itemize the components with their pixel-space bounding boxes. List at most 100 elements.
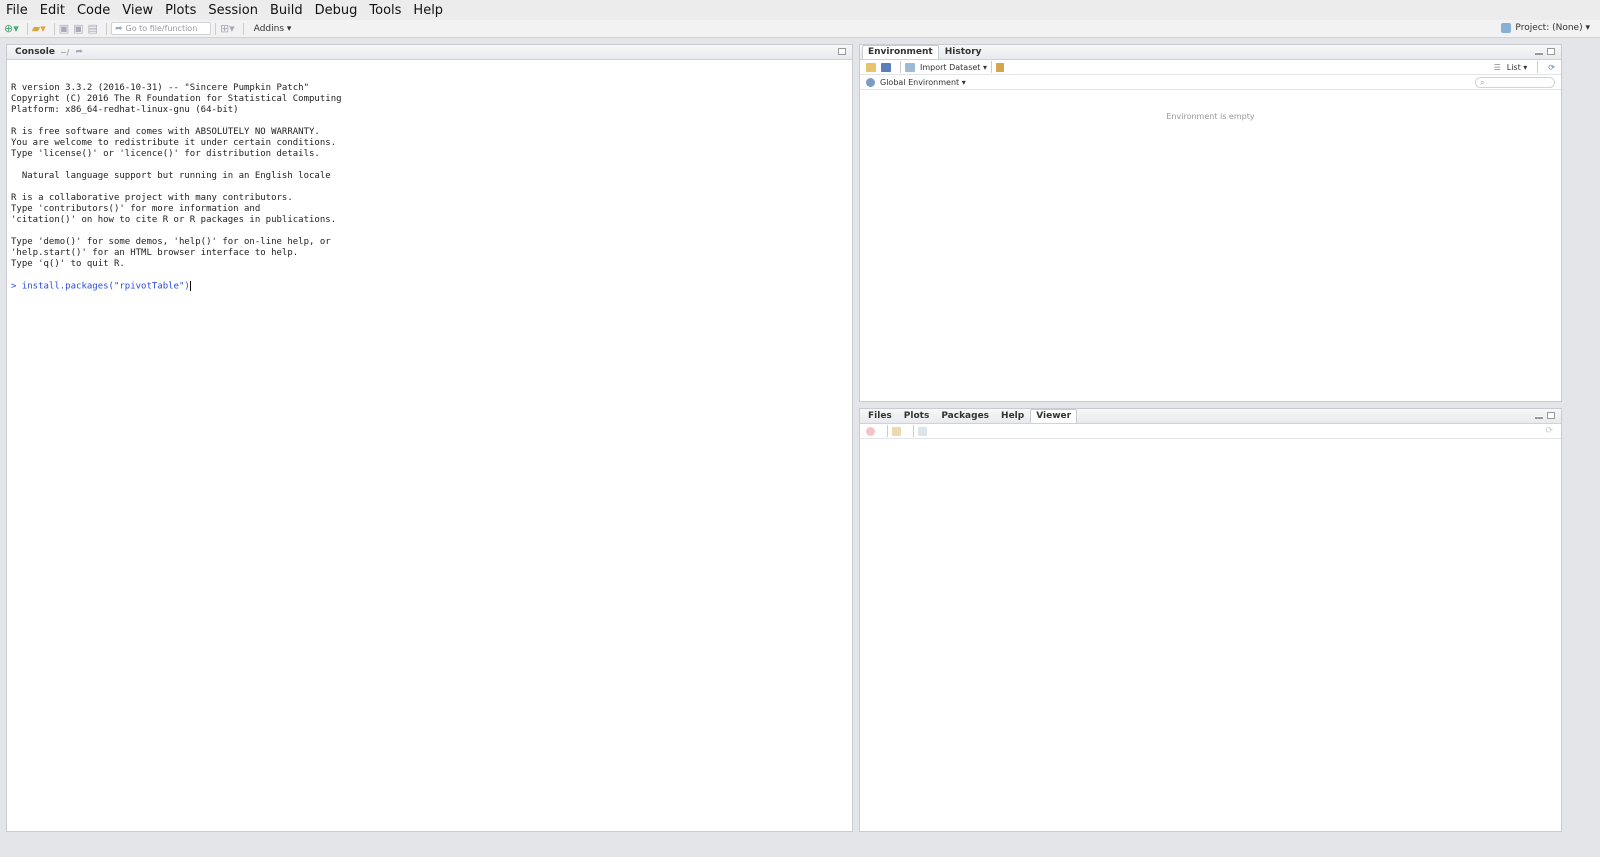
save-workspace-icon[interactable] xyxy=(881,62,891,72)
menu-help[interactable]: Help xyxy=(413,3,443,18)
text-cursor xyxy=(189,281,191,291)
toolbar-divider xyxy=(242,22,244,35)
environment-scope-dropdown[interactable]: Global Environment ▾ xyxy=(880,78,966,87)
search-icon: ⌕ xyxy=(1480,77,1485,87)
refresh-icon[interactable]: ⟳ xyxy=(1548,63,1555,72)
console-pane: Console ~/ ➦ R version 3.3.2 (2016-10-31… xyxy=(6,44,853,832)
tab-packages[interactable]: Packages xyxy=(935,409,995,423)
console-line: 'citation()' on how to cite R or R packa… xyxy=(11,215,337,225)
menu-bar: File Edit Code View Plots Session Build … xyxy=(0,0,1600,20)
console-line: Type 'demo()' for some demos, 'help()' f… xyxy=(11,237,331,247)
clear-viewer-icon[interactable] xyxy=(892,426,901,436)
console-command: > install.packages("rpivotTable") xyxy=(11,281,190,292)
tab-history[interactable]: History xyxy=(939,45,988,59)
environment-search-wrap: ⌕ xyxy=(1475,76,1555,88)
show-in-window-icon[interactable] xyxy=(918,426,927,436)
environment-scope-bar: Global Environment ▾ ⌕ xyxy=(860,75,1561,90)
minimize-icon[interactable] xyxy=(1535,416,1543,419)
environment-pane: Environment History Import Dataset ▾ ☰ L… xyxy=(859,44,1562,402)
console-line: You are welcome to redistribute it under… xyxy=(11,138,337,148)
console-line: 'help.start()' for an HTML browser inter… xyxy=(11,248,299,258)
menu-file[interactable]: File xyxy=(6,3,28,18)
new-file-icon[interactable]: ⊕▾ xyxy=(4,22,19,36)
tab-environment[interactable]: Environment xyxy=(862,45,939,59)
maximize-icon[interactable] xyxy=(838,48,846,55)
menu-build[interactable]: Build xyxy=(270,3,303,18)
list-view-icon: ☰ xyxy=(1493,62,1501,72)
console-tab[interactable]: Console xyxy=(15,47,55,57)
addins-menu[interactable]: Addins ▾ xyxy=(254,24,292,34)
viewer-tabbar: Files Plots Packages Help Viewer xyxy=(860,409,1561,424)
view-mode-dropdown[interactable]: List ▾ xyxy=(1507,63,1528,72)
minimize-icon[interactable] xyxy=(1535,52,1543,55)
console-path: ~/ xyxy=(59,47,70,57)
remove-viewer-icon[interactable] xyxy=(866,426,875,436)
environment-window-controls xyxy=(1535,48,1555,55)
toolbar-divider xyxy=(53,22,55,35)
goto-placeholder: Go to file/function xyxy=(125,24,198,33)
save-all-icon[interactable]: ▣ xyxy=(73,22,83,36)
load-workspace-icon[interactable] xyxy=(866,62,876,72)
goto-file-input[interactable]: ➦ Go to file/function xyxy=(110,22,211,35)
menu-tools[interactable]: Tools xyxy=(369,3,401,18)
console-line: Natural language support but running in … xyxy=(11,171,331,181)
toolbar-divider xyxy=(105,22,107,35)
tab-viewer[interactable]: Viewer xyxy=(1030,409,1078,423)
toolbar-divider xyxy=(1537,61,1539,73)
main-toolbar: ⊕▾ ▰▾ ▣ ▣ ▤ ➦ Go to file/function ⊞▾ Add… xyxy=(0,20,1600,38)
tab-files[interactable]: Files xyxy=(862,409,898,423)
menu-view[interactable]: View xyxy=(122,3,153,18)
toolbar-divider xyxy=(26,22,28,35)
project-label: Project: (None) ▾ xyxy=(1515,23,1590,33)
console-line: Type 'license()' or 'licence()' for dist… xyxy=(11,149,320,159)
open-project-icon[interactable]: ▰▾ xyxy=(32,22,46,36)
go-to-directory-icon[interactable]: ➦ xyxy=(75,47,83,57)
tab-help[interactable]: Help xyxy=(995,409,1030,423)
console-line: R version 3.3.2 (2016-10-31) -- "Sincere… xyxy=(11,83,310,93)
console-output[interactable]: R version 3.3.2 (2016-10-31) -- "Sincere… xyxy=(7,60,852,315)
console-input-line[interactable]: > install.packages("rpivotTable") xyxy=(11,281,848,293)
console-line: Platform: x86_64-redhat-linux-gnu (64-bi… xyxy=(11,105,239,115)
console-line: Type 'q()' to quit R. xyxy=(11,259,125,269)
menu-debug[interactable]: Debug xyxy=(315,3,358,18)
viewer-toolbar: ⟳ xyxy=(860,424,1561,439)
menu-plots[interactable]: Plots xyxy=(165,3,196,18)
console-window-controls xyxy=(838,48,846,55)
import-dataset-icon xyxy=(905,62,915,72)
environment-toolbar-right: ☰ List ▾ ⟳ xyxy=(1494,61,1555,73)
console-line: Type 'contributors()' for more informati… xyxy=(11,204,261,214)
menu-code[interactable]: Code xyxy=(77,3,110,18)
maximize-icon[interactable] xyxy=(1547,48,1555,55)
pane-layout-icon[interactable]: ⊞▾ xyxy=(220,22,235,36)
toolbar-divider xyxy=(214,22,216,35)
console-line: R is a collaborative project with many c… xyxy=(11,193,293,203)
goto-arrow-icon: ➦ xyxy=(114,23,123,34)
environment-empty-message: Environment is empty xyxy=(1166,112,1255,121)
viewer-pane: Files Plots Packages Help Viewer ⟳ xyxy=(859,408,1562,832)
tab-plots[interactable]: Plots xyxy=(898,409,936,423)
menu-edit[interactable]: Edit xyxy=(40,3,65,18)
refresh-viewer-icon[interactable]: ⟳ xyxy=(1545,426,1553,436)
environment-search-input[interactable]: ⌕ xyxy=(1475,76,1555,88)
toolbar-divider xyxy=(913,425,914,437)
toolbar-divider xyxy=(900,61,901,73)
console-line: Copyright (C) 2016 The R Foundation for … xyxy=(11,94,342,104)
project-menu[interactable]: Project: (None) ▾ xyxy=(1501,23,1590,33)
console-header: Console ~/ ➦ xyxy=(7,45,852,60)
project-icon xyxy=(1501,23,1512,33)
save-icon[interactable]: ▣ xyxy=(59,22,69,36)
menu-session[interactable]: Session xyxy=(208,3,258,18)
environment-tabbar: Environment History xyxy=(860,45,1561,60)
clear-workspace-icon[interactable] xyxy=(995,62,1004,72)
import-dataset-button[interactable]: Import Dataset ▾ xyxy=(920,63,987,72)
toolbar-divider xyxy=(887,425,888,437)
print-icon[interactable]: ▤ xyxy=(88,22,98,36)
maximize-icon[interactable] xyxy=(1547,412,1555,419)
environment-toolbar: Import Dataset ▾ ☰ List ▾ ⟳ xyxy=(860,60,1561,75)
toolbar-divider xyxy=(990,61,992,73)
